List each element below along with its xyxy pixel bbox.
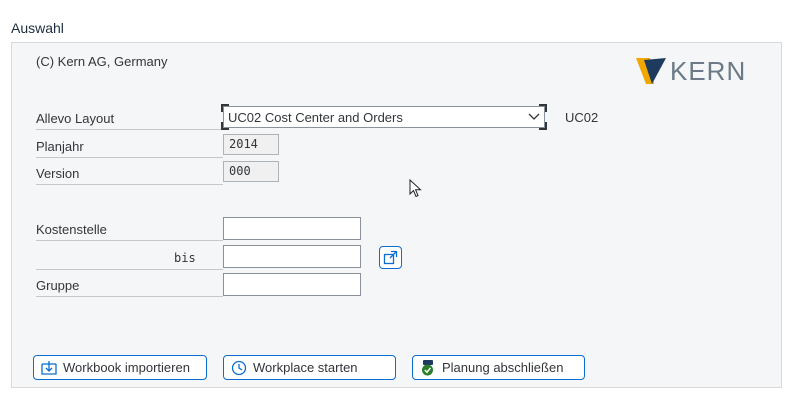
clock-icon [231, 360, 247, 375]
focus-corner-tr [539, 104, 547, 112]
mouse-cursor-icon [409, 179, 422, 198]
focus-corner-tl [221, 104, 229, 112]
gruppe-label: Gruppe [36, 278, 223, 297]
planjahr-label: Planjahr [36, 139, 223, 158]
layout-label: Allevo Layout [36, 111, 223, 130]
selection-screen: Auswahl (C) Kern AG, Germany KERN Allevo… [0, 0, 798, 398]
lock-check-icon [422, 360, 433, 376]
logo-text: KERN [670, 56, 747, 86]
planning-finish-button[interactable]: Planung abschließen [412, 355, 585, 380]
planjahr-field: 2014 [223, 134, 279, 155]
planning-finish-label: Planung abschließen [442, 360, 564, 375]
focus-corner-br [539, 122, 547, 130]
kostenstelle-label: Kostenstelle [36, 222, 223, 241]
version-label: Version [36, 166, 223, 185]
focus-corner-bl [221, 122, 229, 130]
layout-select[interactable]: UC02 Cost Center and Orders [221, 104, 547, 130]
selection-panel: (C) Kern AG, Germany KERN Allevo Layout … [11, 42, 782, 388]
import-icon [41, 361, 57, 375]
section-title: Auswahl [11, 20, 64, 36]
external-link-icon [383, 250, 398, 265]
kern-logo: KERN [634, 56, 746, 86]
gruppe-input[interactable] [223, 273, 361, 296]
layout-code: UC02 [565, 110, 599, 125]
multiple-selection-button[interactable] [379, 246, 402, 269]
workbook-import-button[interactable]: Workbook importieren [33, 355, 207, 380]
kern-logo-icon [636, 58, 666, 84]
copyright-text: (C) Kern AG, Germany [36, 54, 168, 69]
workplace-start-button[interactable]: Workplace starten [223, 355, 396, 380]
workbook-import-label: Workbook importieren [63, 360, 190, 375]
bis-label: bis [174, 251, 196, 265]
version-field: 000 [223, 161, 279, 182]
layout-select-value: UC02 Cost Center and Orders [228, 109, 403, 125]
workplace-start-label: Workplace starten [253, 360, 358, 375]
kostenstelle-from-input[interactable] [223, 217, 361, 240]
kostenstelle-to-input[interactable] [223, 245, 361, 268]
